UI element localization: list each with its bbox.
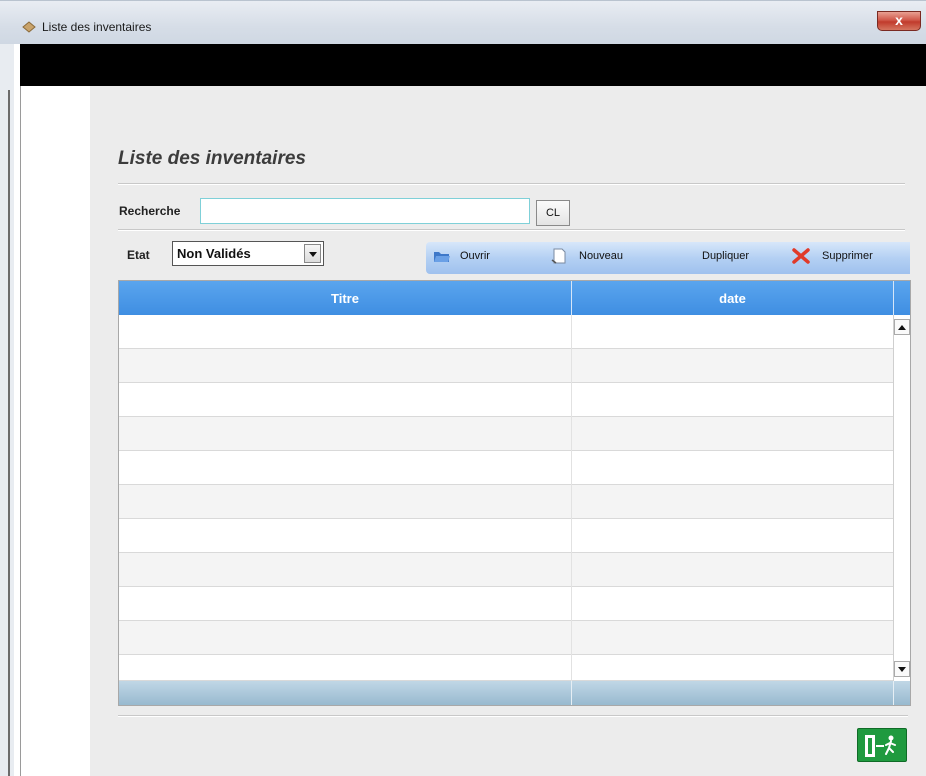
inventory-window: Liste des inventaires x Liste des invent… [0,0,926,776]
column-divider [893,281,894,315]
close-button[interactable]: x [877,11,921,31]
side-panel [20,86,90,776]
table-row[interactable] [119,485,893,519]
clear-button[interactable]: CL [536,200,570,226]
separator [118,183,905,185]
separator [118,229,905,231]
scroll-up-icon[interactable] [894,319,910,335]
search-label: Recherche [119,204,181,218]
exit-door-icon [865,735,896,757]
column-header-date[interactable]: date [572,291,893,306]
table-row[interactable] [119,349,893,383]
table-row[interactable] [119,553,893,587]
table-row[interactable] [119,417,893,451]
vertical-scrollbar[interactable] [893,315,910,681]
table-row[interactable] [119,621,893,655]
page-title: Liste des inventaires [118,148,306,169]
table-row[interactable] [119,315,893,349]
app-icon [22,21,36,33]
status-filter-value: Non Validés [177,246,251,261]
column-header-title[interactable]: Titre [119,291,571,306]
table-row[interactable] [119,383,893,417]
inventory-table: Titre date [118,280,911,706]
border-line [8,90,10,776]
table-row[interactable] [119,451,893,485]
column-divider [571,315,572,681]
window-left-border [0,44,14,776]
table-footer [119,681,910,705]
status-filter-select[interactable]: Non Validés [172,241,324,266]
window-title: Liste des inventaires [42,20,152,34]
chevron-down-icon[interactable] [304,244,321,263]
open-button[interactable]: Ouvrir [460,250,490,262]
action-toolbar: Ouvrir Nouveau Dupliquer Supprimer [426,242,910,274]
delete-x-icon [792,248,810,264]
exit-button[interactable] [857,728,907,762]
delete-button[interactable]: Supprimer [822,250,873,262]
scroll-down-icon[interactable] [894,661,910,677]
table-row[interactable] [119,655,893,681]
menu-bar [20,44,926,86]
status-filter-label: Etat [127,248,150,262]
column-divider [571,681,572,705]
new-button[interactable]: Nouveau [579,250,623,262]
new-document-icon [551,248,566,264]
search-input[interactable] [200,198,530,224]
column-divider [893,681,894,705]
table-header: Titre date [119,281,910,315]
duplicate-button[interactable]: Dupliquer [702,250,749,262]
title-bar: Liste des inventaires x [0,0,926,44]
table-row[interactable] [119,519,893,553]
separator [118,715,908,717]
folder-open-icon [434,252,450,262]
table-row[interactable] [119,587,893,621]
